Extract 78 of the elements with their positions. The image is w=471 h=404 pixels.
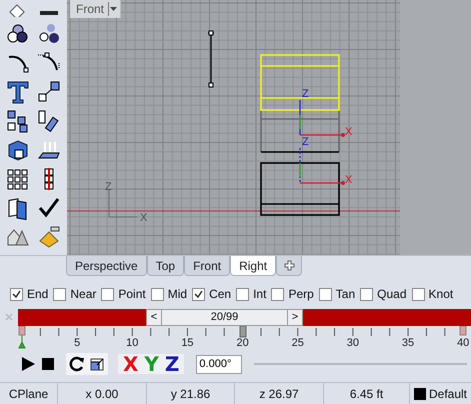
osnap-label: Quad — [377, 287, 407, 301]
axis-label: Z — [105, 181, 112, 193]
checkbox[interactable] — [53, 288, 66, 300]
tick-label: 30 — [346, 337, 360, 349]
new-tab-button[interactable] — [276, 256, 302, 276]
gumball-icon[interactable] — [299, 100, 345, 137]
checkbox[interactable] — [236, 288, 250, 300]
viewport[interactable]: Z X Z X Z X Front — [67, 0, 471, 255]
scale-icon[interactable] — [89, 356, 105, 372]
tick-label: 25 — [292, 337, 304, 349]
tick-label: 5 — [74, 337, 80, 349]
layer-color-swatch[interactable] — [414, 388, 426, 400]
gumball-axis-label: Z — [302, 88, 309, 100]
tick-label: 35 — [402, 337, 414, 349]
plus-icon[interactable] — [284, 260, 295, 271]
checkbox[interactable] — [10, 288, 23, 300]
gumball-axis-label: X — [345, 174, 352, 186]
view-tab[interactable]: Front — [184, 256, 230, 276]
squares-icon[interactable] — [6, 108, 30, 132]
grid-icon[interactable] — [6, 166, 30, 190]
checkbox[interactable] — [192, 288, 206, 300]
timeline-bar[interactable]: < 20/99 > — [18, 308, 471, 326]
tick-label: 20 — [236, 337, 249, 349]
osnap-label: Knot — [428, 287, 454, 301]
distance-readout: 6.45 ft — [324, 383, 410, 404]
osnap-label: Cen — [209, 287, 232, 301]
spheres-icon[interactable] — [6, 22, 30, 46]
layer-name[interactable]: Default — [428, 386, 468, 400]
circles-icon[interactable] — [36, 22, 60, 46]
tick-label: 10 — [126, 337, 138, 349]
previous-button[interactable]: < — [146, 308, 162, 326]
next-button[interactable]: > — [287, 308, 303, 326]
osnap-label: Perp — [288, 287, 314, 301]
checkbox[interactable] — [360, 288, 374, 300]
view-tab[interactable]: Top — [146, 256, 184, 276]
checkbox[interactable] — [150, 288, 164, 300]
rotate-icon[interactable] — [69, 356, 85, 372]
world-axes-icon — [108, 190, 138, 218]
axis-label: X — [140, 212, 148, 224]
z-coordinate: z 26.97 — [235, 383, 324, 404]
cube-icon[interactable] — [6, 138, 30, 162]
axis-button[interactable]: Z — [162, 354, 182, 374]
start-marker-icon[interactable] — [18, 326, 26, 350]
view-tab[interactable]: Perspective — [66, 256, 147, 276]
osnap-label: Tan — [336, 287, 356, 301]
play-icon[interactable] — [20, 356, 36, 372]
cplane-label: CPlane — [0, 383, 58, 404]
stop-icon[interactable] — [40, 356, 56, 372]
checkbox[interactable] — [412, 288, 425, 300]
gumball-axis-label: Z — [302, 136, 309, 148]
text-tool-icon[interactable] — [6, 80, 30, 104]
block-object[interactable] — [260, 110, 340, 216]
osnap-label: Int — [253, 287, 266, 301]
osnap-label: End — [27, 287, 48, 301]
x-coordinate: x 0.00 — [58, 383, 147, 404]
tick-label: 40 — [457, 337, 470, 349]
view-tab[interactable]: Right — [230, 256, 276, 276]
checkbox[interactable] — [318, 288, 332, 300]
gumball-axis-label: X — [345, 126, 352, 138]
end-marker-icon[interactable] — [459, 326, 468, 338]
panels-icon[interactable] — [6, 196, 30, 220]
line-object[interactable] — [208, 30, 214, 88]
gumball-icon[interactable] — [299, 148, 345, 185]
osnap-label: Near — [70, 287, 96, 301]
checkbox[interactable] — [101, 288, 114, 300]
osnap-label: Mid — [168, 287, 188, 301]
current-frame-marker-icon[interactable] — [238, 326, 247, 338]
pyramid-icon[interactable] — [36, 224, 60, 248]
axis-button[interactable]: X — [121, 354, 140, 374]
frame-counter: 20/99 — [162, 308, 287, 326]
osnap-label: Point — [118, 287, 146, 301]
check-icon[interactable] — [36, 196, 60, 220]
scale-icon[interactable] — [36, 80, 60, 104]
y-coordinate: y 21.86 — [147, 383, 235, 404]
tick-label: 15 — [181, 337, 194, 349]
rotate-shape-icon[interactable] — [36, 108, 60, 132]
angle-field[interactable]: 0.000° — [196, 354, 242, 374]
checkbox[interactable] — [271, 288, 284, 300]
